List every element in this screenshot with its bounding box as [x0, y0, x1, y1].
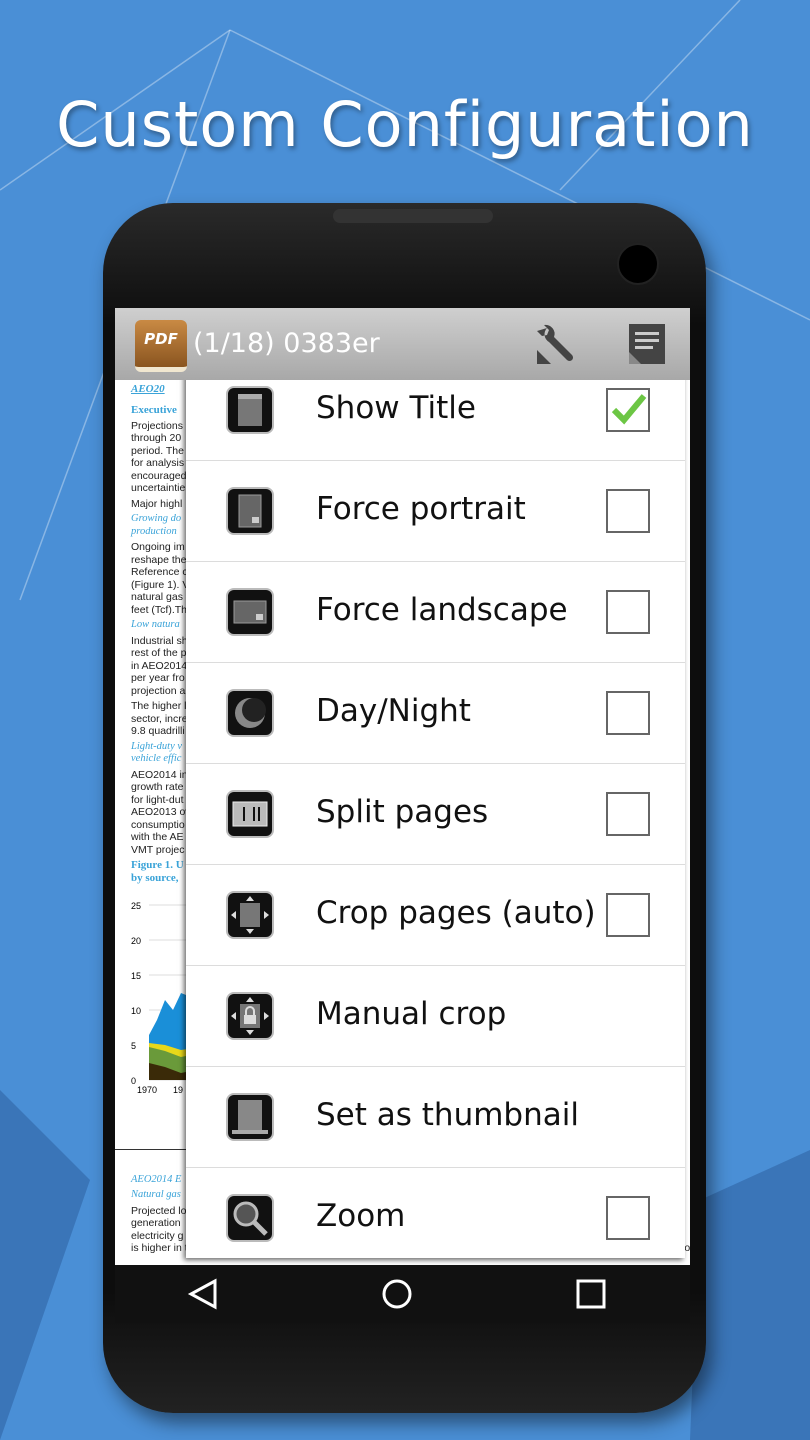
checkbox[interactable] — [606, 1196, 650, 1240]
document-icon[interactable] — [625, 322, 669, 366]
landscape-lock-icon — [226, 588, 274, 636]
y-tick-label: 5 — [131, 1041, 136, 1051]
speaker — [333, 209, 493, 223]
menu-item-label: Force landscape — [316, 592, 568, 628]
y-tick-label: 25 — [131, 901, 141, 911]
app-logo-label: PDF — [144, 330, 178, 348]
split-pages-icon — [226, 790, 274, 838]
checkbox[interactable] — [606, 893, 650, 937]
checkmark-icon — [611, 394, 647, 425]
headline: Custom Configuration — [56, 88, 754, 161]
manual-crop-icon — [226, 992, 274, 1040]
menu-item-label: Split pages — [316, 794, 489, 830]
thumbnail-icon — [226, 1093, 274, 1141]
moon-icon — [226, 689, 274, 737]
menu-item-label: Show Title — [316, 390, 476, 426]
menu-item-day-night[interactable]: Day/Night — [186, 663, 685, 764]
home-icon[interactable] — [381, 1278, 413, 1310]
camera — [617, 243, 659, 285]
wrench-icon[interactable] — [533, 322, 577, 366]
options-menu: Show Title Force portrait Force landscape D… — [186, 373, 685, 1258]
menu-item-split-pages[interactable]: Split pages — [186, 764, 685, 865]
recents-icon[interactable] — [575, 1278, 607, 1310]
show-title-icon — [226, 386, 274, 434]
checkbox[interactable] — [606, 691, 650, 735]
zoom-icon — [226, 1194, 274, 1242]
menu-item-label: Zoom — [316, 1198, 406, 1234]
menu-item-label: Manual crop — [316, 996, 507, 1032]
menu-item-label: Set as thumbnail — [316, 1097, 579, 1133]
x-tick-label: 1970 — [137, 1085, 157, 1095]
app-screen: PDF (1/18) 0383er AEO20 Executive Project… — [115, 308, 690, 1265]
toolbar: PDF (1/18) 0383er — [115, 308, 690, 380]
menu-item-zoom[interactable]: Zoom — [186, 1168, 685, 1258]
menu-item-label: Day/Night — [316, 693, 471, 729]
menu-item-manual-crop[interactable]: Manual crop — [186, 966, 685, 1067]
menu-item-force-portrait[interactable]: Force portrait — [186, 461, 685, 562]
checkbox[interactable] — [606, 388, 650, 432]
menu-item-show-title[interactable]: Show Title — [186, 373, 685, 461]
menu-item-force-landscape[interactable]: Force landscape — [186, 562, 685, 663]
menu-item-label: Force portrait — [316, 491, 526, 527]
checkbox[interactable] — [606, 489, 650, 533]
portrait-lock-icon — [226, 487, 274, 535]
navigation-bar — [115, 1265, 690, 1323]
back-icon[interactable] — [187, 1278, 219, 1310]
document-title: (1/18) 0383er — [193, 328, 380, 359]
auto-crop-icon — [226, 891, 274, 939]
y-tick-label: 15 — [131, 971, 141, 981]
y-tick-label: 0 — [131, 1076, 136, 1086]
menu-item-crop-pages-auto[interactable]: Crop pages (auto) — [186, 865, 685, 966]
x-tick-label: 19 — [173, 1085, 183, 1095]
doc-header: AEO20 — [131, 383, 165, 395]
checkbox[interactable] — [606, 590, 650, 634]
menu-item-label: Crop pages (auto) — [316, 895, 596, 931]
y-tick-label: 20 — [131, 936, 141, 946]
menu-item-set-as-thumbnail[interactable]: Set as thumbnail — [186, 1067, 685, 1168]
y-tick-label: 10 — [131, 1006, 141, 1016]
checkbox[interactable] — [606, 792, 650, 836]
app-logo-icon[interactable]: PDF — [135, 320, 187, 372]
